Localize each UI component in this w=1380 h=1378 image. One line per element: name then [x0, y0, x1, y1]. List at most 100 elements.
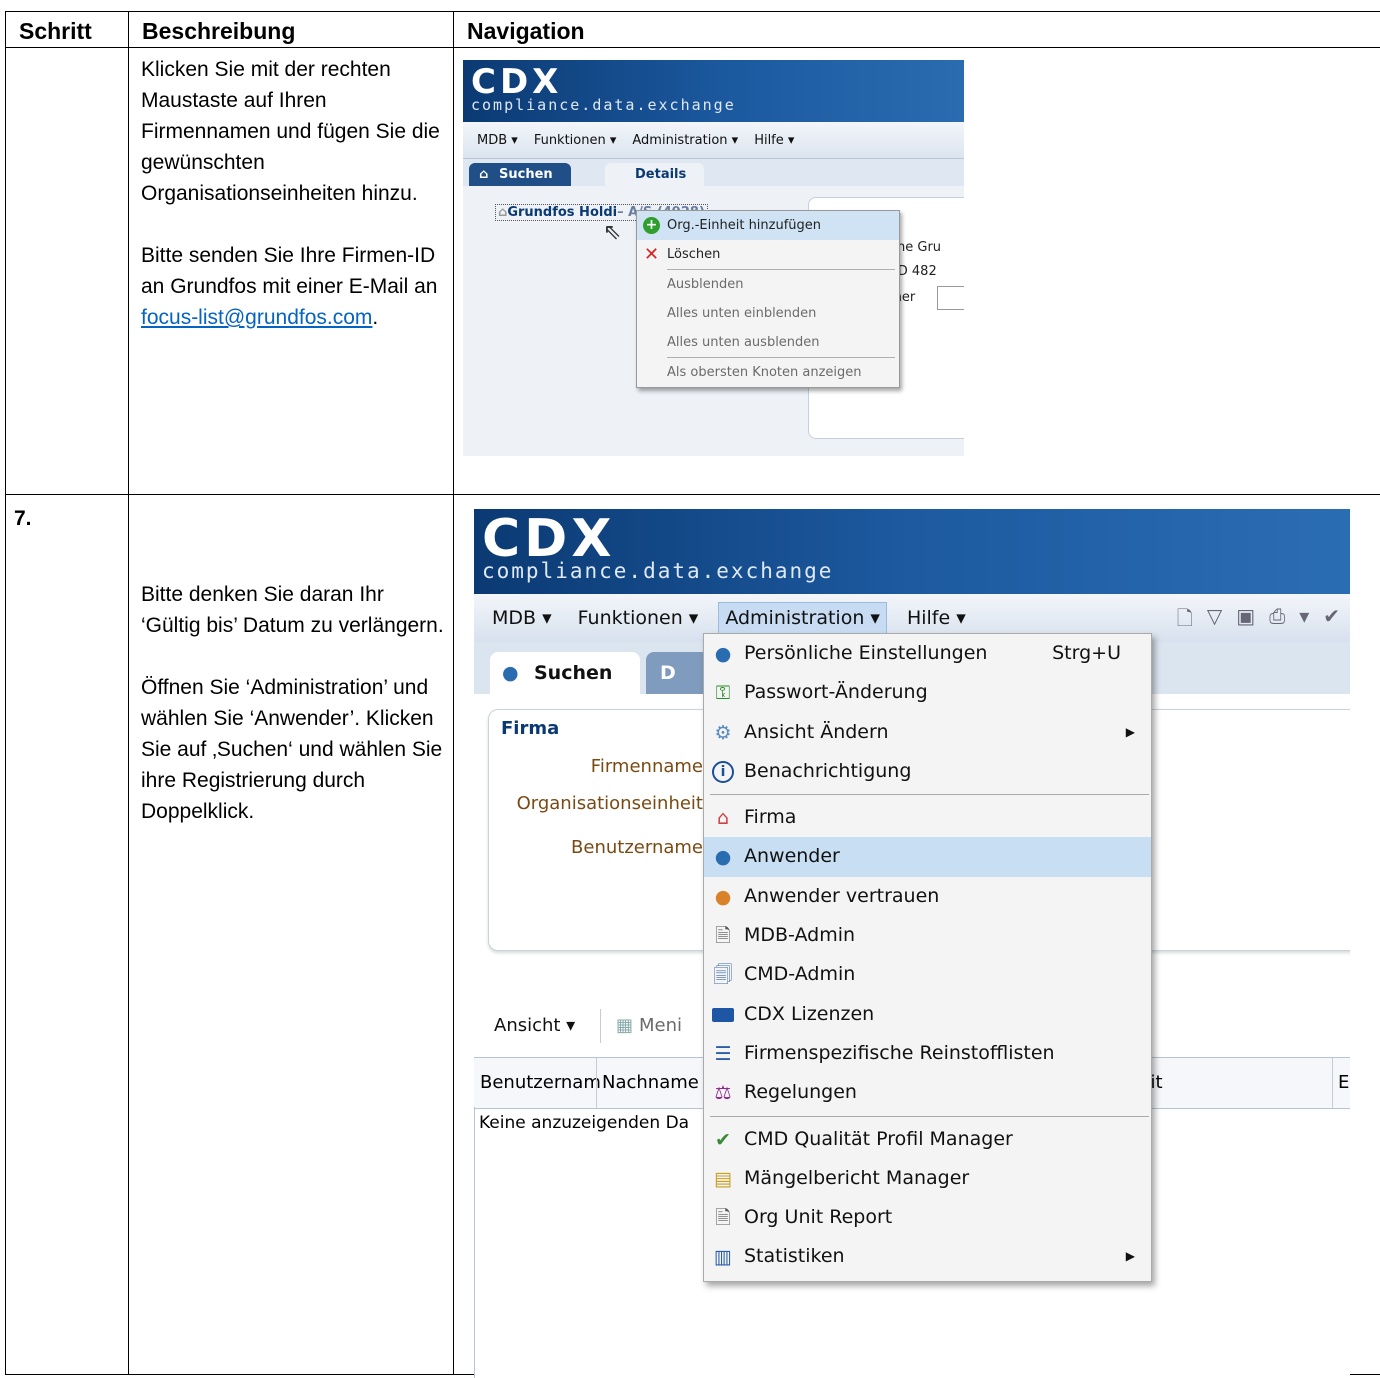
- grid-empty-message: Keine anzuzeigenden Da: [479, 1113, 690, 1133]
- chart-icon: ▥: [714, 1246, 732, 1269]
- dd-label: Regelungen: [744, 1081, 857, 1104]
- menu-hilfe[interactable]: Hilfe ▾: [901, 603, 972, 633]
- dropdown-arrow-icon[interactable]: ▾: [1299, 604, 1309, 638]
- screenshot-administration-menu: CDX compliance.data.exchange MDB ▾ Funkt…: [474, 509, 1350, 1378]
- ctx-als-obersten-knoten[interactable]: Als obersten Knoten anzeigen: [637, 358, 899, 387]
- dd-label: Benachrichtigung: [744, 759, 912, 782]
- dd-mdb-admin[interactable]: 🗎 MDB-Admin: [704, 916, 1151, 955]
- email-link[interactable]: focus-list@grundfos.com: [141, 306, 372, 329]
- menu-button-label: Meni: [639, 1015, 683, 1036]
- dd-label: CMD Qualität Profil Manager: [744, 1127, 1013, 1150]
- dd-shortcut: Strg+U: [1052, 642, 1121, 664]
- home-icon: ⌂: [716, 807, 730, 830]
- new-document-icon[interactable]: 🗋: [1177, 604, 1193, 638]
- row1-step: [5, 47, 129, 495]
- home-icon: ⌂: [498, 205, 508, 220]
- ctx-ausblenden[interactable]: Ausblenden: [637, 270, 899, 299]
- details-number-input[interactable]: [937, 286, 964, 310]
- header-row: Schritt Beschreibung Navigation: [5, 11, 1380, 48]
- dd-statistiken[interactable]: ▥ Statistiken ▶: [704, 1237, 1151, 1276]
- menu-mdb[interactable]: MDB ▾: [486, 603, 558, 633]
- mouse-cursor-icon: ⇖: [603, 220, 622, 245]
- ctx-label: Alles unten einblenden: [667, 306, 817, 321]
- ctx-label: Alles unten ausblenden: [667, 335, 820, 350]
- quality-icon: ✔: [715, 1128, 731, 1151]
- menu-administration[interactable]: Administration ▾: [718, 602, 887, 634]
- dd-maengelbericht[interactable]: ▤ Mängelbericht Manager: [704, 1159, 1151, 1198]
- person-trust-icon: ●: [714, 885, 732, 908]
- toolbar-icons: 🗋 ▽ ▣ ⎙ ▾ ✔: [1177, 604, 1340, 638]
- tab-suchen-label: Suchen: [499, 167, 553, 182]
- password-icon: ⚿: [715, 682, 731, 705]
- menu-administration[interactable]: Administration ▾: [632, 133, 738, 148]
- save-icon[interactable]: ▣: [1236, 604, 1255, 638]
- menu-hilfe[interactable]: Hilfe ▾: [754, 133, 794, 148]
- dd-persoenliche-einstellungen[interactable]: ● Persönliche Einstellungen Strg+U: [704, 634, 1151, 673]
- row2-text2: Öffnen Sie ‘Administration’ und wählen S…: [141, 676, 443, 823]
- dd-anwender-vertrauen[interactable]: ● Anwender vertrauen: [704, 877, 1151, 916]
- gavel-icon: ⚖: [714, 1082, 732, 1105]
- ctx-loeschen[interactable]: ✕ Löschen: [637, 240, 899, 269]
- dd-label: Firmenspezifische Reinstofflisten: [744, 1041, 1055, 1064]
- col-divider: [1332, 1058, 1333, 1108]
- col-benutzername[interactable]: Benutzernam: [480, 1072, 601, 1093]
- dd-label: Firma: [744, 806, 797, 829]
- dd-separator: [710, 794, 1149, 796]
- row1-text1: Klicken Sie mit der rechten Maustaste au…: [141, 58, 440, 205]
- dd-cmd-admin[interactable]: 🗐 CMD-Admin: [704, 955, 1151, 994]
- ansicht-menu[interactable]: Ansicht ▾: [494, 1015, 575, 1036]
- dd-regelungen[interactable]: ⚖ Regelungen: [704, 1073, 1151, 1112]
- ctx-alles-einblenden[interactable]: Alles unten einblenden: [637, 299, 899, 328]
- cdx-logo-sub: compliance.data.exchange: [482, 559, 834, 583]
- cdx-logo-sub: compliance.data.exchange: [471, 96, 736, 114]
- col-e[interactable]: E: [1338, 1072, 1349, 1093]
- menu-mdb[interactable]: MDB ▾: [477, 133, 518, 148]
- dd-benachrichtigung[interactable]: i Benachrichtigung: [704, 752, 1151, 791]
- tab-details-label: Details: [635, 167, 687, 182]
- col-nachname[interactable]: Nachname: [602, 1072, 699, 1093]
- ctx-label: Als obersten Knoten anzeigen: [667, 365, 862, 380]
- tab-details[interactable]: Details: [605, 163, 705, 187]
- dd-label: CDX Lizenzen: [744, 1002, 875, 1025]
- print-icon[interactable]: ⎙: [1269, 604, 1285, 638]
- dd-firmenspezifische-reinstofflisten[interactable]: ☰ Firmenspezifische Reinstofflisten: [704, 1034, 1151, 1073]
- dd-org-unit-report[interactable]: 🗎 Org Unit Report: [704, 1198, 1151, 1237]
- cdx-logo-banner: CDX compliance.data.exchange: [474, 509, 1350, 594]
- toolbar-divider: [600, 1009, 601, 1043]
- menu-funktionen[interactable]: Funktionen ▾: [534, 133, 617, 148]
- card-icon: [712, 1007, 734, 1022]
- dd-firma[interactable]: ⌂ Firma: [704, 798, 1151, 837]
- document-icon: 🗎: [715, 1207, 731, 1230]
- ctx-alles-ausblenden[interactable]: Alles unten ausblenden: [637, 328, 899, 357]
- dd-ansicht-aendern[interactable]: ⚙ Ansicht Ändern ▶: [704, 713, 1151, 752]
- plus-circle-icon: +: [643, 217, 660, 234]
- dd-label: Mängelbericht Manager: [744, 1166, 970, 1189]
- validate-icon[interactable]: ✔: [1323, 604, 1340, 638]
- dd-label: Org Unit Report: [744, 1206, 893, 1229]
- dd-label: Anwender: [744, 845, 840, 868]
- label-benutzername: Benutzername: [571, 837, 703, 858]
- administration-dropdown: ● Persönliche Einstellungen Strg+U ⚿ Passwo…: [703, 633, 1152, 1282]
- ctx-label: Löschen: [667, 247, 721, 262]
- dd-label: Statistiken: [744, 1245, 845, 1268]
- menu-button[interactable]: ▦ Meni: [616, 1015, 682, 1036]
- label-firmenname: Firmenname: [590, 756, 703, 777]
- ctx-org-einheit-hinzufuegen[interactable]: + Org.-Einheit hinzufügen: [637, 211, 899, 240]
- dropdown-arrow-icon[interactable]: ▽: [1207, 604, 1222, 638]
- home-icon: ⌂: [479, 167, 489, 182]
- tab-bar: ⌂ Suchen Details: [463, 159, 964, 187]
- tab-suchen[interactable]: ● Suchen: [490, 652, 640, 694]
- delete-x-icon: ✕: [643, 244, 660, 265]
- menu-funktionen[interactable]: Funktionen ▾: [572, 603, 705, 633]
- context-menu: + Org.-Einheit hinzufügen ✕ Löschen Ausble…: [636, 210, 900, 388]
- firma-title: Firma: [501, 718, 560, 739]
- dd-cdx-lizenzen[interactable]: CDX Lizenzen: [704, 995, 1151, 1034]
- document-stack-icon: 🗐: [713, 964, 733, 987]
- dd-cmd-qualitaet[interactable]: ✔ CMD Qualität Profil Manager: [704, 1120, 1151, 1159]
- tab-suchen[interactable]: ⌂ Suchen: [469, 163, 571, 187]
- dd-passwort-aenderung[interactable]: ⚿ Passwort-Änderung: [704, 673, 1151, 712]
- gear-icon: ⚙: [714, 721, 732, 744]
- dd-anwender[interactable]: ● Anwender: [704, 837, 1151, 877]
- report-icon: ▤: [714, 1167, 732, 1190]
- list-icon: ☰: [714, 1042, 732, 1065]
